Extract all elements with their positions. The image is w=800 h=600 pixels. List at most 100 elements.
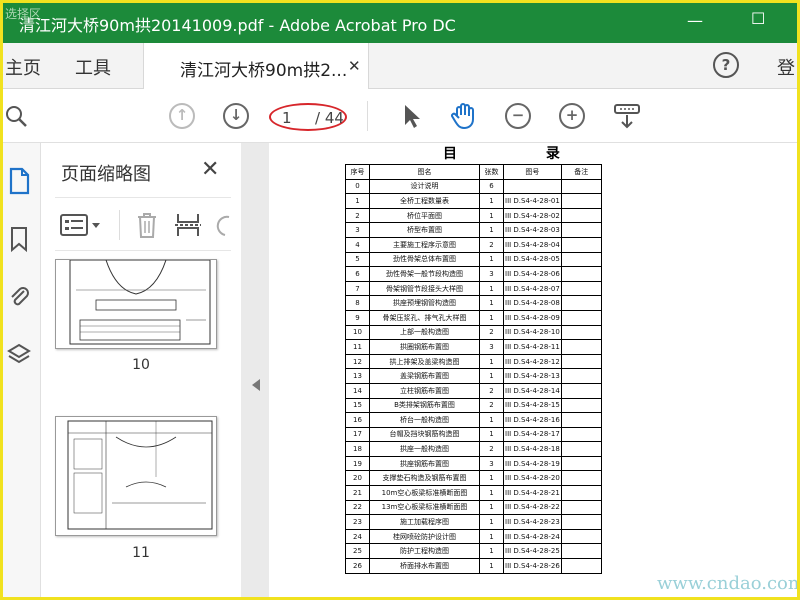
table-cell	[560, 543, 602, 560]
table-cell: 19	[345, 455, 370, 472]
table-row: 20 支撑垫石构造及钢筋布置图 1 III D.S4-4-28-20	[345, 470, 602, 487]
layers-icon[interactable]	[7, 341, 31, 369]
table-cell: 6	[479, 178, 504, 195]
hand-tool-icon[interactable]	[449, 101, 479, 131]
table-row: 26 桥面排水布置图 1 III D.S4-4-28-26	[345, 558, 602, 574]
table-cell: III D.S4-4-28-21	[503, 485, 562, 501]
column-header: 张数	[479, 164, 504, 180]
column-header: 备注	[560, 164, 602, 180]
rotate-icon[interactable]	[215, 213, 231, 237]
site-watermark: www.cndao.com	[657, 573, 800, 594]
table-cell: III D.S4-4-28-16	[503, 412, 562, 428]
table-cell: 11	[345, 339, 370, 355]
bookmarks-icon[interactable]	[7, 225, 31, 253]
table-cell: 防护工程构造图	[369, 543, 480, 560]
zoom-in-icon[interactable]: +	[559, 103, 585, 129]
table-cell	[560, 412, 602, 428]
thumbnail-page-11[interactable]	[55, 416, 217, 536]
document-tab[interactable]: 清江河大桥90m拱2... ✕	[143, 43, 369, 89]
table-row: 14 立柱钢筋布置图 2 III D.S4-4-28-14	[345, 382, 602, 399]
thumbnail-toolbar	[55, 197, 231, 251]
zoom-out-icon[interactable]: −	[505, 103, 531, 129]
collapse-arrow-icon[interactable]	[252, 379, 260, 391]
tools-tab[interactable]: 工具	[75, 54, 111, 80]
table-cell	[560, 368, 602, 384]
table-cell: 台帽及挡块钢筋构造图	[369, 426, 480, 443]
maximize-button[interactable]: ☐	[751, 9, 765, 28]
table-cell: 桂网喷砼防护设计图	[369, 528, 480, 545]
document-tab-label: 清江河大桥90m拱2...	[180, 61, 348, 81]
table-cell: 桥面排水布置图	[369, 558, 480, 574]
column-header: 图名	[369, 164, 480, 180]
table-cell: 3	[345, 222, 370, 238]
column-header: 图号	[503, 164, 562, 180]
table-cell: III D.S4-4-28-18	[503, 441, 562, 457]
extract-pages-icon[interactable]	[175, 211, 201, 239]
table-cell	[560, 236, 602, 253]
table-row: 6 劲性骨架一般节段构造图 3 III D.S4-4-28-06	[345, 266, 602, 282]
table-cell: 骨架钢管节段接头大样图	[369, 280, 480, 297]
search-icon[interactable]	[5, 103, 31, 129]
page-number-input[interactable]: 1	[282, 109, 292, 127]
table-cell: III D.S4-4-28-04	[503, 236, 562, 253]
previous-page-icon[interactable]: ↑	[169, 103, 195, 129]
table-cell: 1	[345, 193, 370, 209]
table-row: 21 10m空心板梁标准横断面图 1 III D.S4-4-28-21	[345, 485, 602, 501]
thumbnail-page-10[interactable]	[55, 259, 217, 349]
table-cell: III D.S4-4-28-06	[503, 266, 562, 282]
collapse-panel-handle[interactable]	[241, 143, 269, 597]
table-cell: III D.S4-4-28-23	[503, 514, 562, 530]
table-cell	[560, 266, 602, 282]
options-menu-icon[interactable]	[59, 212, 103, 238]
table-row: 8 拱座预埋钢管构造图 1 III D.S4-4-28-08	[345, 295, 602, 311]
attachments-icon[interactable]	[7, 283, 31, 311]
delete-page-icon[interactable]	[135, 211, 159, 239]
table-cell: 26	[345, 558, 370, 574]
table-cell: III D.S4-4-28-13	[503, 368, 562, 384]
table-cell	[560, 485, 602, 501]
navigation-rail	[3, 143, 41, 597]
thumbnail-page-number: 10	[132, 357, 150, 373]
table-cell: 16	[345, 412, 370, 428]
help-icon[interactable]: ?	[713, 52, 739, 78]
table-cell: III D.S4-4-28-26	[503, 558, 562, 574]
table-row: 16 桥台一般构造图 1 III D.S4-4-28-16	[345, 412, 602, 428]
table-cell: 1	[479, 280, 504, 297]
next-page-icon[interactable]: ↓	[223, 103, 249, 129]
table-cell: 1	[479, 528, 504, 545]
table-cell: 1	[479, 543, 504, 560]
table-cell: III D.S4-4-28-07	[503, 280, 562, 297]
table-row: 25 防护工程构造图 1 III D.S4-4-28-25	[345, 543, 602, 560]
table-cell: 1	[479, 412, 504, 428]
document-view: 目 录 序号 图名 张数 图号 备注 0 设计说明 6 1 全桥工程数量表 1 III D.S4-4…	[269, 143, 797, 597]
table-cell: 10m空心板梁标准横断面图	[369, 485, 480, 501]
table-cell: 4	[345, 236, 370, 253]
table-cell	[560, 353, 602, 370]
table-cell: 14	[345, 382, 370, 399]
page-thumbnails-icon[interactable]	[7, 167, 31, 195]
table-cell: 1	[479, 514, 504, 530]
close-panel-icon[interactable]: ✕	[201, 157, 219, 182]
table-cell: 设计说明	[369, 178, 480, 195]
table-cell: III D.S4-4-28-08	[503, 295, 562, 311]
table-cell: 桥台一般构造图	[369, 412, 480, 428]
select-arrow-icon[interactable]	[399, 103, 425, 129]
table-cell: III D.S4-4-28-24	[503, 528, 562, 545]
minimize-button[interactable]: —	[687, 11, 703, 30]
table-cell: III D.S4-4-28-15	[503, 397, 562, 414]
close-tab-icon[interactable]: ✕	[348, 57, 361, 75]
title-bar: 选择区 清江河大桥90m拱20141009.pdf - Adobe Acroba…	[3, 3, 797, 43]
table-cell: 18	[345, 441, 370, 457]
sign-in-link[interactable]: 登	[777, 54, 795, 80]
table-cell: 1	[479, 499, 504, 516]
page-display-icon[interactable]	[613, 103, 641, 129]
table-cell	[560, 178, 602, 195]
table-cell: 10	[345, 324, 370, 341]
table-cell: 5	[345, 251, 370, 268]
home-tab[interactable]: 主页	[5, 54, 41, 80]
table-row: 4 主要施工程序示意图 2 III D.S4-4-28-04	[345, 236, 602, 253]
document-title: 目 录	[443, 146, 602, 162]
table-cell	[560, 528, 602, 545]
table-cell	[560, 455, 602, 472]
table-cell	[560, 222, 602, 238]
